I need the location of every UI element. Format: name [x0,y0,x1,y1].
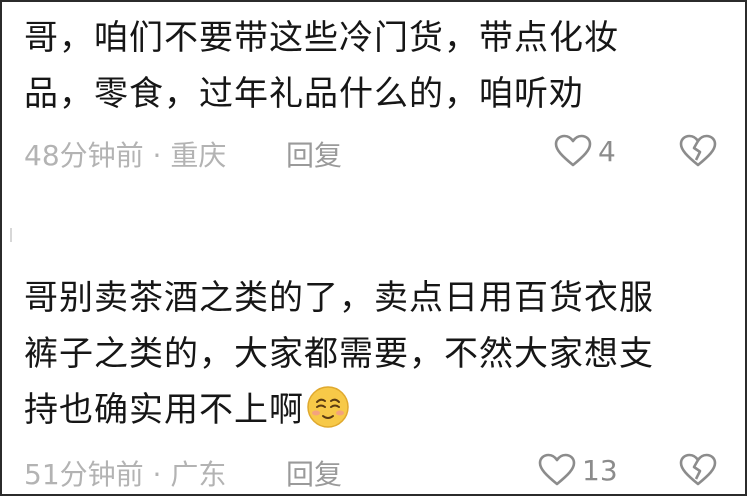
smiling-face-emoji-icon [306,385,350,429]
comment-meta: 48分钟前 · 重庆 回复 4 [24,134,724,174]
broken-heart-icon [679,453,717,486]
truncated-mark [10,228,22,242]
reply-button[interactable]: 回复 [286,453,342,493]
heart-outline-icon [554,134,592,167]
comment-meta: 51分钟前 · 广东 回复 13 [24,453,724,493]
comment-time-location: 48分钟前 · 重庆 [24,139,227,172]
like-count: 4 [598,134,616,168]
broken-heart-icon [679,134,717,167]
like-count: 13 [582,453,618,487]
comment-text: 哥，咱们不要带这些冷门货，带点化妆 品，零食，过年礼品什么的，咱听劝 [24,18,619,114]
dislike-button[interactable] [679,453,717,494]
reply-button[interactable]: 回复 [286,134,342,174]
heart-outline-icon [538,453,576,486]
comment-time-location: 51分钟前 · 广东 [24,458,227,491]
dislike-button[interactable] [679,134,717,175]
like-button[interactable]: 4 [554,134,616,168]
comment-item: 哥别卖茶酒之类的了，卖点日用百货衣服 裤子之类的，大家都需要，不然大家想支 持也… [24,270,724,491]
comment-text: 哥别卖茶酒之类的了，卖点日用百货衣服 裤子之类的，大家都需要，不然大家想支 持也… [24,270,724,438]
comment-item: 哥，咱们不要带这些冷门货，带点化妆 品，零食，过年礼品什么的，咱听劝 48分钟前… [24,10,724,172]
like-button[interactable]: 13 [538,453,618,487]
